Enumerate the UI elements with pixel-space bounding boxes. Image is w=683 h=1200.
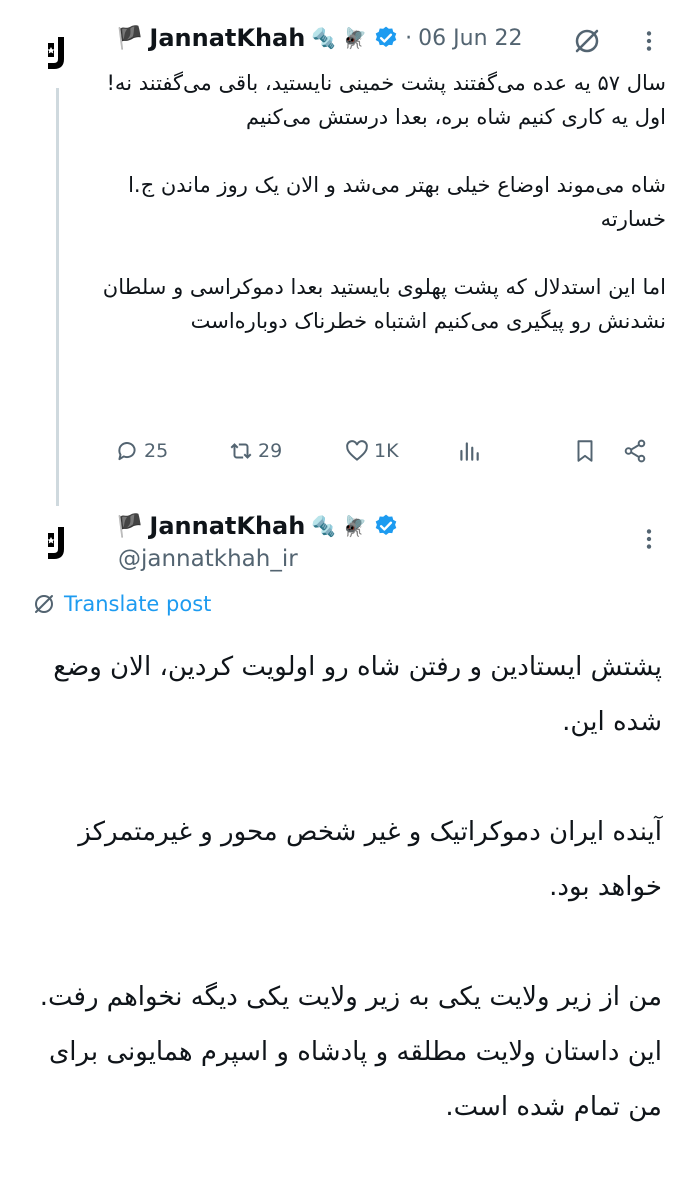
thread-line xyxy=(56,88,59,506)
tweet2-header: 🏴 JannatKhah 🔩 🪰 xyxy=(116,512,399,540)
verified-badge-icon xyxy=(375,26,397,47)
avatar[interactable] xyxy=(27,512,89,574)
share-button[interactable] xyxy=(622,438,648,464)
bolt-emoji-icon: 🔩 xyxy=(311,26,337,50)
display-name[interactable]: JannatKhah xyxy=(149,512,305,540)
fly-emoji-icon: 🪰 xyxy=(342,514,368,538)
fly-emoji-icon: 🪰 xyxy=(342,26,368,50)
more-options-icon[interactable] xyxy=(636,28,662,54)
grok-icon[interactable] xyxy=(572,26,602,56)
translate-label: Translate post xyxy=(64,592,212,616)
reply-icon xyxy=(118,442,136,461)
more-options-icon[interactable] xyxy=(636,526,662,552)
tweet1-body: سال ۵۷ یه عده می‌گفتند پشت خمینی نایستید… xyxy=(102,71,666,333)
like-button[interactable]: 1K xyxy=(344,438,399,464)
reply-count: 25 xyxy=(144,440,169,462)
tweet-date[interactable]: 06 Jun 22 xyxy=(418,26,522,51)
repost-count: 29 xyxy=(258,440,283,462)
black-flag-icon: 🏴 xyxy=(116,25,144,51)
black-flag-icon: 🏴 xyxy=(116,513,144,539)
verified-badge-icon xyxy=(375,514,397,535)
avatar-logo-icon xyxy=(47,37,64,69)
repost-icon xyxy=(230,443,252,459)
analytics-icon xyxy=(460,442,479,461)
share-icon xyxy=(624,439,646,463)
like-count: 1K xyxy=(374,440,399,462)
bookmark-icon xyxy=(577,440,593,462)
repost-button[interactable]: 29 xyxy=(228,438,282,464)
bookmark-button[interactable] xyxy=(572,438,598,464)
bolt-emoji-icon: 🔩 xyxy=(311,514,337,538)
tweet1-header: 🏴 JannatKhah 🔩 🪰 · 06 Jun 22 xyxy=(116,24,523,52)
avatar[interactable] xyxy=(27,22,89,84)
translate-icon xyxy=(35,595,53,613)
user-handle[interactable]: @jannatkhah_ir xyxy=(118,546,298,572)
tweet1-actions: 25 29 1K xyxy=(110,438,660,472)
display-name[interactable]: JannatKhah xyxy=(149,24,305,52)
reply-button[interactable]: 25 xyxy=(114,438,168,464)
translate-post-link[interactable]: Translate post xyxy=(32,592,211,616)
date-separator: · xyxy=(405,25,413,51)
views-button[interactable] xyxy=(456,438,482,464)
tweet2-body: پشتش ایستادین و رفتن شاه رو اولویت کردین… xyxy=(39,652,662,1122)
avatar-logo-icon xyxy=(47,527,64,559)
heart-icon xyxy=(346,440,368,461)
